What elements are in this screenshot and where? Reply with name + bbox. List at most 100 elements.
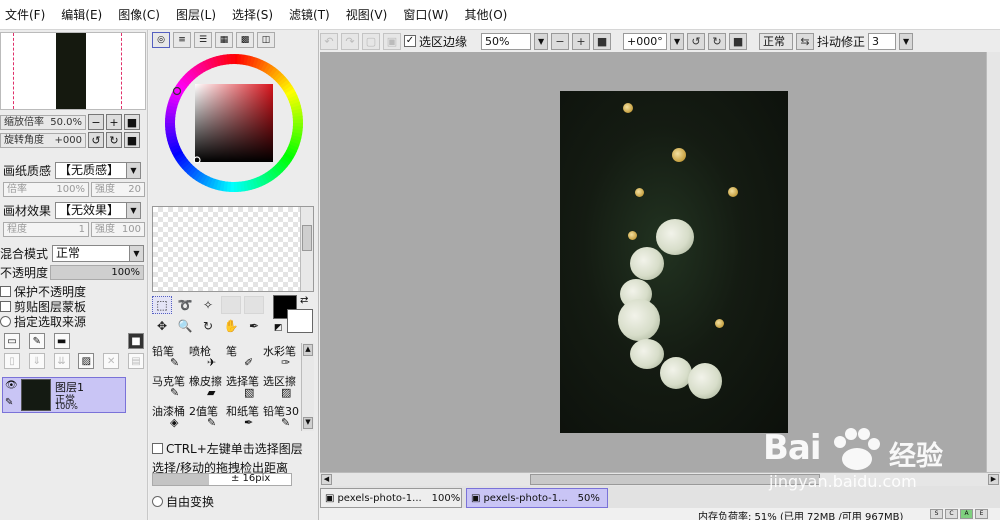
- rotate-cw-icon[interactable]: ↻: [708, 32, 727, 50]
- clip-mask-checkbox[interactable]: [0, 301, 11, 312]
- doc-tab-2[interactable]: ▣ pexels-photo-1... 50%: [466, 488, 608, 508]
- nav-rotate-reset-icon[interactable]: ■: [124, 132, 140, 148]
- deselect-icon[interactable]: ▢: [362, 32, 380, 50]
- visibility-eye-icon[interactable]: 👁: [5, 380, 18, 391]
- eyedropper-icon[interactable]: ✒: [244, 317, 264, 335]
- zoom-reset-icon[interactable]: ■: [593, 32, 612, 50]
- effect-degree-slider[interactable]: 程度 1: [3, 222, 89, 237]
- swatch-scrollbar[interactable]: [300, 207, 313, 291]
- paper-scale-slider[interactable]: 倍率 100%: [3, 182, 89, 197]
- rotate-reset-icon[interactable]: ■: [729, 32, 748, 50]
- zoom-out-icon[interactable]: −: [551, 32, 570, 50]
- clear-layer-icon[interactable]: ▨: [78, 353, 95, 369]
- zoom-in-icon[interactable]: +: [572, 32, 591, 50]
- merge-down-icon[interactable]: ⇊: [53, 353, 70, 369]
- brush-item-pencil[interactable]: 铅笔 ✎: [152, 343, 189, 373]
- reset-colors-icon[interactable]: ◩: [274, 323, 283, 333]
- scratchpad-tab-icon[interactable]: ◫: [257, 32, 275, 48]
- brush-item-washi-pen[interactable]: 和纸笔 ✒: [226, 403, 263, 433]
- ctrl-select-checkbox[interactable]: [152, 443, 163, 454]
- color-wheel-tab-icon[interactable]: ◎: [152, 32, 170, 48]
- brush-scrollbar[interactable]: ▲ ▼: [301, 343, 314, 431]
- nav-rotate-cw-icon[interactable]: ↻: [106, 132, 122, 148]
- layer-item[interactable]: 👁 ✎ 图层1 正常 100%: [2, 377, 126, 413]
- protect-opacity-checkbox[interactable]: [0, 286, 11, 297]
- brush-item-binary-pen[interactable]: 2值笔 ✎: [189, 403, 226, 433]
- swatch-tab-icon[interactable]: ▩: [236, 32, 254, 48]
- stabilizer-dropdown-icon[interactable]: ▼: [899, 32, 914, 50]
- scroll-right-icon[interactable]: ▶: [988, 474, 999, 485]
- mode-button[interactable]: 正常: [759, 32, 794, 50]
- copy-layer-icon[interactable]: ▯: [4, 353, 20, 369]
- delete-layer-icon[interactable]: ✕: [103, 353, 120, 369]
- zoom-icon[interactable]: 🔍: [175, 317, 195, 335]
- brush-effect-dropdown[interactable]: 【无效果】 ▼: [55, 202, 141, 219]
- menu-view[interactable]: 视图(V): [338, 0, 396, 30]
- flip-icon[interactable]: ⇆: [796, 32, 815, 50]
- selection-source-option[interactable]: 指定选取来源: [0, 313, 86, 330]
- brush-item-brush[interactable]: 笔 ✐: [226, 343, 263, 373]
- menu-image[interactable]: 图像(C): [110, 0, 168, 30]
- menu-edit[interactable]: 编辑(E): [53, 0, 110, 30]
- magic-wand-icon[interactable]: ✧: [198, 296, 218, 314]
- transfer-down-icon[interactable]: ⇓: [28, 353, 45, 369]
- hsv-slider-tab-icon[interactable]: ☰: [194, 32, 212, 48]
- nav-zoom-out-icon[interactable]: −: [88, 114, 104, 130]
- selection-edge-checkbox[interactable]: ✓: [404, 35, 416, 47]
- canvas-area[interactable]: [320, 52, 1000, 472]
- rotate-field[interactable]: +000°: [623, 32, 668, 50]
- paper-texture-dropdown[interactable]: 【无质感】 ▼: [55, 162, 141, 179]
- free-transform-option[interactable]: 自由变换: [152, 493, 214, 510]
- free-transform-radio[interactable]: [152, 496, 163, 507]
- rotate-slider[interactable]: 旋转角度 +000: [0, 132, 86, 148]
- menu-other[interactable]: 其他(O): [457, 0, 516, 30]
- rgb-slider-tab-icon[interactable]: ≡: [173, 32, 191, 48]
- background-color[interactable]: [287, 309, 313, 333]
- layer-properties-icon[interactable]: ▤: [127, 353, 144, 369]
- menu-file[interactable]: 文件(F): [0, 0, 53, 30]
- canvas-image[interactable]: [560, 91, 788, 433]
- brush-item-eraser[interactable]: 橡皮擦 ▰: [189, 373, 226, 403]
- menu-layer[interactable]: 图层(L): [168, 0, 224, 30]
- lasso-icon[interactable]: ➰: [175, 296, 195, 314]
- scroll-left-icon[interactable]: ◀: [321, 474, 332, 485]
- rotate-ccw-icon[interactable]: ↺: [687, 32, 706, 50]
- move-icon[interactable]: ✥: [152, 317, 172, 335]
- menu-filter[interactable]: 滤镜(T): [281, 0, 338, 30]
- ctrl-select-option[interactable]: CTRL+左键单击选择图层: [152, 440, 303, 457]
- stabilizer-field[interactable]: 3: [868, 32, 897, 50]
- hand-icon[interactable]: ✋: [221, 317, 241, 335]
- effect-strength-slider[interactable]: 强度 100: [91, 222, 145, 237]
- brush-item-select-eraser[interactable]: 选区擦 ▨: [263, 373, 300, 403]
- drag-distance-slider[interactable]: ± 16pix: [152, 473, 292, 486]
- zoom-field[interactable]: 50%: [481, 32, 532, 50]
- brush-item-watercolor[interactable]: 水彩笔 ✑: [263, 343, 300, 373]
- brush-item-airbrush[interactable]: 喷枪 ✈: [189, 343, 226, 373]
- brush-item-bucket[interactable]: 油漆桶 ◈: [152, 403, 189, 433]
- invert-selection-icon[interactable]: ▣: [383, 32, 401, 50]
- new-folder-icon[interactable]: ▬: [53, 333, 70, 349]
- color-swatch-area[interactable]: [152, 206, 314, 292]
- paper-strength-slider[interactable]: 强度 20: [91, 182, 145, 197]
- layer-mask-icon[interactable]: ■: [127, 333, 144, 349]
- brush-item-marker[interactable]: 马克笔 ✎: [152, 373, 189, 403]
- canvas-vertical-scrollbar[interactable]: [986, 52, 1000, 472]
- zoom-dropdown-icon[interactable]: ▼: [534, 32, 549, 50]
- opacity-slider[interactable]: 100%: [50, 265, 144, 280]
- selection-source-radio[interactable]: [0, 316, 11, 327]
- color-wheel[interactable]: [161, 50, 307, 196]
- blend-mode-dropdown[interactable]: 正常 ▼: [52, 245, 144, 262]
- nav-rotate-ccw-icon[interactable]: ↺: [88, 132, 104, 148]
- rotate-view-icon[interactable]: ↻: [198, 317, 218, 335]
- nav-zoom-in-icon[interactable]: +: [106, 114, 122, 130]
- swap-colors-icon[interactable]: ⇄: [300, 295, 308, 306]
- zoom-slider[interactable]: 缩放倍率 50.0%: [0, 114, 86, 130]
- undo-icon[interactable]: ↶: [320, 32, 338, 50]
- rect-select-icon[interactable]: ⬚: [152, 296, 172, 314]
- color-palette-tab-icon[interactable]: ▦: [215, 32, 233, 48]
- brush-item-select-pen[interactable]: 选择笔 ▧: [226, 373, 263, 403]
- redo-icon[interactable]: ↷: [341, 32, 359, 50]
- nav-zoom-reset-icon[interactable]: ■: [124, 114, 140, 130]
- navigator-thumbnail[interactable]: [0, 32, 146, 110]
- brush-item-pencil30[interactable]: 铅笔30 ✎: [263, 403, 300, 433]
